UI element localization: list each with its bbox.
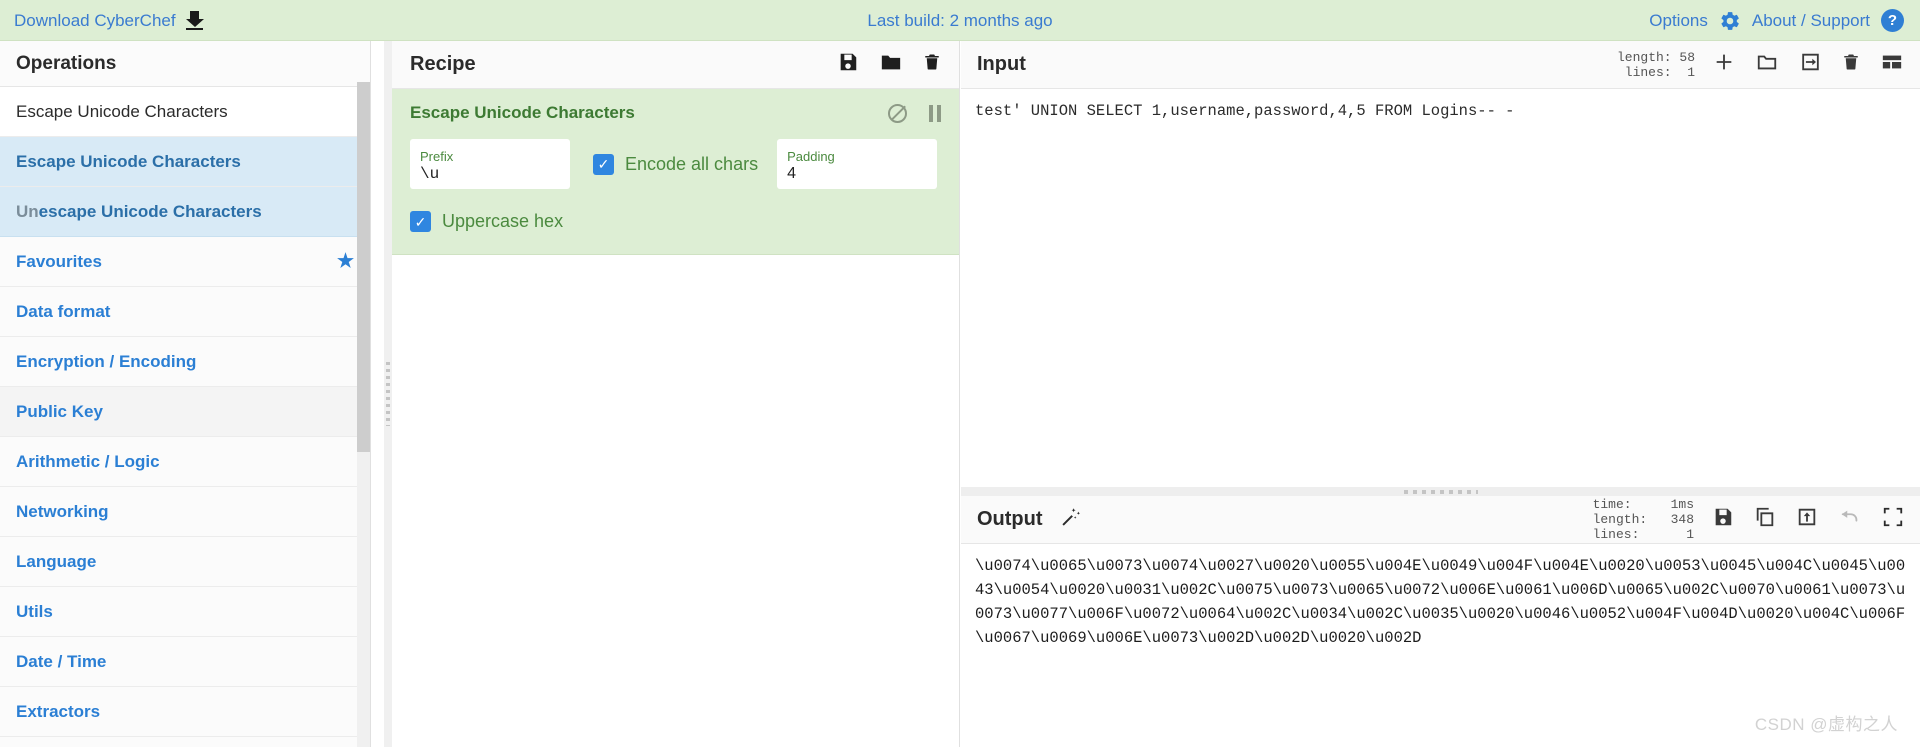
input-output-splitter[interactable] [961,487,1920,496]
sidebar-item-date-time[interactable]: Date / Time [0,637,370,687]
sidebar-item-escape-unicode-characters[interactable]: Escape Unicode Characters [0,137,370,187]
category-label: Extractors [16,701,101,721]
maximise-icon[interactable] [1882,506,1904,533]
recipe-operation-header: Escape Unicode Characters [410,103,941,123]
operations-scrollbar-thumb[interactable] [357,82,370,452]
sidebar-item-public-key[interactable]: Public Key [0,387,370,437]
sidebar-item-arithmetic-logic[interactable]: Arithmetic / Logic [0,437,370,487]
save-icon[interactable] [837,51,859,78]
gear-icon[interactable] [1719,10,1741,32]
magic-wand-icon[interactable] [1059,505,1083,534]
folder-icon[interactable] [879,51,903,78]
splitter-grip-icon [386,362,390,426]
padding-field[interactable]: Padding 4 [777,139,938,189]
top-banner: Download CyberChef Last build: 2 months … [0,0,1920,41]
operation-label-rest: escape Unicode Characters [38,201,262,221]
banner-right-group: Options About / Support ? [1649,0,1904,41]
star-icon: ★ [336,251,354,272]
splitter-grip-icon [1403,489,1478,494]
save-icon[interactable] [1712,506,1734,533]
options-link[interactable]: Options [1649,11,1708,31]
output-header: Output time: 1ms length: 348 lines: 1 [961,496,1920,544]
sidebar-item-networking[interactable]: Networking [0,487,370,537]
about-support-link[interactable]: About / Support [1752,11,1870,31]
category-label: Utils [16,601,53,621]
banner-center-group: Last build: 2 months ago [0,0,1920,41]
sidebar-item-encryption-encoding[interactable]: Encryption / Encoding [0,337,370,387]
category-label: Public Key [16,401,103,421]
output-title-group: Output [977,505,1083,534]
trash-icon[interactable] [923,51,941,78]
cyberchef-app: Download CyberChef Last build: 2 months … [0,0,1920,747]
checkbox-checked-icon[interactable]: ✓ [593,153,614,175]
operation-label: Escape Unicode Characters [16,151,241,171]
recipe-operation-card[interactable]: Escape Unicode Characters Prefix \u ✓ En… [392,89,959,255]
input-pane: Input length: 58 lines: 1 test' UNION SE… [961,41,1920,487]
undo-icon[interactable] [1838,506,1862,533]
io-area: Input length: 58 lines: 1 test' UNION SE… [961,41,1920,747]
input-textarea[interactable]: test' UNION SELECT 1,username,password,4… [961,89,1920,133]
prefix-label: Prefix [420,149,454,164]
recipe-header-icons [837,51,941,78]
uppercase-hex-checkbox[interactable]: ✓ Uppercase hex [410,211,941,232]
checkbox-checked-icon[interactable]: ✓ [410,211,431,232]
operations-sidebar: Operations Escape Unicode Characters Esc… [0,41,371,747]
sidebar-item-data-format[interactable]: Data format [0,287,370,337]
recipe-title: Recipe [410,53,476,75]
output-title: Output [977,508,1043,530]
sidebar-item-utils[interactable]: Utils [0,587,370,637]
uppercase-hex-label: Uppercase hex [442,211,564,231]
prefix-field[interactable]: Prefix \u [410,139,570,189]
input-header-right: length: 58 lines: 1 [1617,50,1904,80]
pause-icon[interactable] [929,104,941,122]
category-label: Networking [16,501,109,521]
recipe-pane: Recipe Escape Unicode Characters Prefix … [392,41,960,747]
sidebar-item-unescape-unicode-characters[interactable]: Unescape Unicode Characters [0,187,370,237]
encode-all-chars-label: Encode all chars [625,153,759,174]
output-header-icons [1712,506,1904,533]
category-label: Favourites [16,251,102,271]
question-circle-icon[interactable]: ? [1881,9,1904,32]
sidebar-item-language[interactable]: Language [0,537,370,587]
recipe-header: Recipe [392,41,959,89]
operation-label: Unescape Unicode Characters [16,202,262,222]
input-stats: length: 58 lines: 1 [1616,49,1695,80]
output-textarea[interactable]: \u0074\u0065\u0073\u0074\u0027\u0020\u00… [961,544,1920,660]
recipe-operation-actions [888,103,941,123]
operations-recipe-splitter[interactable] [384,41,392,747]
open-file-icon[interactable] [1799,51,1822,78]
category-label: Language [16,551,97,571]
operations-scrollbar[interactable] [357,82,370,747]
recipe-args-row-1: Prefix \u ✓ Encode all chars Padding 4 [410,139,941,189]
output-stats: time: 1ms length: 348 lines: 1 [1592,497,1694,542]
output-header-right: time: 1ms length: 348 lines: 1 [1593,497,1904,542]
output-pane: Output time: 1ms length: 348 lines: 1 \u… [961,496,1920,747]
input-header-icons [1713,51,1904,78]
trash-icon[interactable] [1842,51,1860,78]
category-label: Encryption / Encoding [16,351,197,371]
sidebar-item-extractors[interactable]: Extractors [0,687,370,737]
padding-input[interactable]: 4 [787,164,927,184]
operation-label: Escape Unicode Characters [16,101,228,121]
operation-search-result[interactable]: Escape Unicode Characters [0,87,370,137]
operation-label-prefix: Un [16,201,39,221]
encode-all-chars-checkbox[interactable]: ✓ Encode all chars [593,153,759,175]
tab-layout-icon[interactable] [1880,51,1904,78]
input-header: Input length: 58 lines: 1 [961,41,1920,89]
category-label: Data format [16,301,111,321]
category-label: Arithmetic / Logic [16,451,160,471]
category-label: Date / Time [16,651,107,671]
operations-title: Operations [0,41,370,87]
sidebar-item-favourites[interactable]: Favourites ★ [0,237,370,287]
recipe-operation-title: Escape Unicode Characters [410,103,635,122]
ban-icon[interactable] [888,103,907,123]
add-tab-icon[interactable] [1713,51,1735,78]
bake-to-input-icon[interactable] [1796,506,1818,533]
padding-label: Padding [787,149,835,164]
prefix-input[interactable]: \u [420,164,560,184]
input-title: Input [977,53,1026,75]
copy-icon[interactable] [1754,506,1776,533]
folder-open-icon[interactable] [1755,51,1779,78]
last-build-text: Last build: 2 months ago [867,10,1053,30]
